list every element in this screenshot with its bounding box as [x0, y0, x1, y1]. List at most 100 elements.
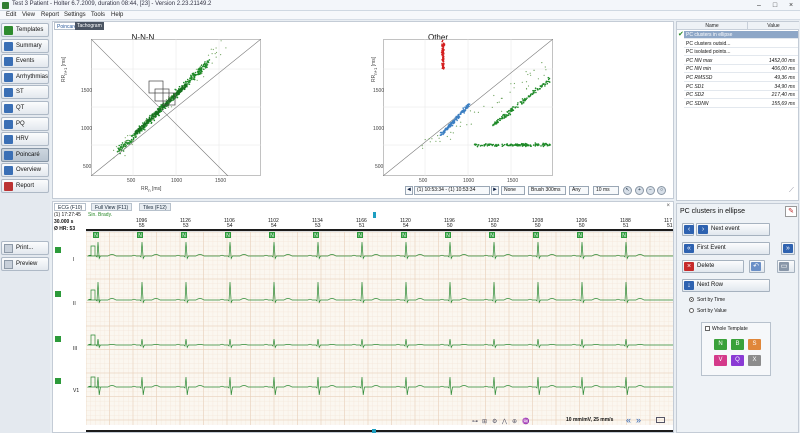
scroll-thumb[interactable] [372, 429, 376, 433]
x-tick-1500-right: 1500 [507, 178, 519, 184]
y-tick-1000-right: 1000 [373, 126, 385, 132]
nav-item-qt[interactable]: QT [1, 101, 49, 115]
minimize-button[interactable]: – [752, 1, 766, 10]
nav-item-st[interactable]: ST [1, 85, 49, 100]
template-button-s[interactable]: S [748, 339, 761, 350]
lead-marker[interactable] [55, 247, 61, 253]
menu-settings[interactable]: Settings [64, 11, 86, 20]
caliper-icon[interactable]: ⊶ [472, 418, 478, 425]
brush-select[interactable]: Brush 300ms [528, 186, 566, 195]
nav-item-overview[interactable]: Overview [1, 163, 49, 178]
zoom-icon[interactable]: ⊕ [512, 418, 517, 425]
template-button-q[interactable]: Q [731, 355, 744, 366]
column-header-value[interactable]: Value [747, 22, 799, 30]
beat-label: N [622, 233, 626, 239]
print-button[interactable]: Print... [1, 241, 49, 255]
tab-full-view[interactable]: Full View (F11) [91, 203, 133, 211]
stats-row[interactable]: PC RMSSD 49,36 ms [684, 74, 798, 82]
nav-item-arrhythmias[interactable]: Arrhythmias [1, 69, 49, 84]
nav-item-hrv[interactable]: HRV [1, 132, 49, 147]
filter-select[interactable]: None [501, 186, 525, 195]
template-box: Whole Template NBS VQX [701, 322, 771, 376]
nav-item-events[interactable]: Events [1, 54, 49, 69]
template-button-x[interactable]: X [748, 355, 761, 366]
gear-icon[interactable]: ⚙ [492, 418, 497, 425]
ecg-scale[interactable]: 10 mm/mV, 25 mm/s [566, 417, 613, 423]
nav-item-report[interactable]: Report [1, 179, 49, 193]
stats-row[interactable]: PC SDNN 155,69 ms [684, 100, 798, 108]
next-event-button[interactable]: › Next event [696, 223, 770, 236]
sort-by-value-label: Sort by Value [697, 308, 727, 314]
stats-name: PC clusters in ellipse [686, 32, 733, 38]
stats-row[interactable]: PC NN min 406,00 ms [684, 65, 798, 74]
close-button[interactable]: × [784, 1, 798, 10]
fullscreen-icon[interactable] [656, 417, 665, 423]
prev-event-button[interactable]: ‹ [682, 223, 694, 236]
measure-tool-icons: ⊶ ⊞ ⚙ ⋀ ⊕ ♒ [472, 418, 552, 427]
tab-tiles[interactable]: Tiles (F12) [139, 203, 171, 211]
panel-close-icon[interactable]: × [666, 203, 670, 209]
stats-row[interactable]: PC NN max 1452,00 ms [684, 57, 798, 65]
pointer-tool-icon[interactable]: ↖ [623, 186, 632, 195]
lead-marker[interactable] [55, 378, 61, 384]
nav-item-summary[interactable]: Summary [1, 38, 49, 53]
lead-label: II [73, 301, 76, 307]
template-button-b[interactable]: B [731, 339, 744, 350]
menu-view[interactable]: View [22, 11, 35, 20]
range-prev-button[interactable]: ◄ [405, 186, 413, 195]
step-select[interactable]: 10 ms [593, 186, 619, 195]
scroll-track[interactable] [86, 430, 673, 432]
nav-icon [4, 182, 13, 191]
beat-label: N [358, 233, 362, 239]
zoom-out-icon[interactable]: − [646, 186, 655, 195]
stats-row[interactable]: PC SD1 34,90 ms [684, 83, 798, 91]
first-event-button[interactable]: «First Event [682, 242, 770, 255]
filter-icon[interactable]: ♒ [522, 418, 529, 425]
lead-marker[interactable] [55, 291, 61, 297]
amplitude-icon[interactable]: ⋀ [502, 418, 507, 425]
control-title: PC clusters in ellipse [680, 208, 745, 215]
page-back-icon[interactable]: « [626, 415, 631, 425]
print-event-button[interactable]: ▭ [777, 260, 795, 273]
menu-tools[interactable]: Tools [91, 11, 105, 20]
zoom-in-icon[interactable]: + [635, 186, 644, 195]
mode-select[interactable]: Any [569, 186, 589, 195]
stats-row[interactable]: ✔ PC clusters in ellipse [678, 31, 798, 39]
delete-button[interactable]: × Delete [682, 260, 744, 273]
template-button-v[interactable]: V [714, 355, 727, 366]
sort-by-value-radio[interactable]: Sort by Value [689, 308, 727, 314]
nav-item-poincar[interactable]: Poincaré [1, 147, 49, 162]
range-next-button[interactable]: ► [491, 186, 499, 195]
stats-row[interactable]: PC isolated points... [684, 48, 798, 57]
undo-button[interactable]: ↶ [749, 260, 765, 273]
column-header-name[interactable]: Name [677, 22, 747, 30]
ruler-icon[interactable]: ⊞ [482, 418, 487, 425]
maximize-button[interactable]: □ [768, 1, 782, 10]
tab-ecg[interactable]: ECG (F10) [54, 203, 87, 211]
radio-dot-selected [689, 297, 694, 303]
sort-by-time-radio[interactable]: Sort by Time [689, 297, 725, 303]
tab-tachogram[interactable]: Tachogram [75, 22, 104, 30]
ecg-strip[interactable]: NNNNNNNNNNNNN [86, 231, 673, 425]
resize-grip-icon[interactable]: ⟋ [787, 186, 796, 195]
edit-tool-icon[interactable]: ✎ [785, 206, 797, 217]
nav-item-pq[interactable]: PQ [1, 116, 49, 131]
zoom-fit-icon[interactable]: ○ [657, 186, 666, 195]
poincare-other-plot[interactable] [383, 39, 553, 176]
range-field[interactable]: (1) 10:53:34 - (1) 10:53:34 [414, 186, 490, 195]
stats-row[interactable]: PC SD2 217,40 ms [684, 91, 798, 100]
preview-button[interactable]: Preview [1, 257, 49, 271]
last-event-button[interactable]: » [781, 242, 795, 255]
beat-label: N [314, 233, 318, 239]
poincare-nnn-plot[interactable] [91, 39, 261, 176]
template-button-n[interactable]: N [714, 339, 727, 350]
menu-help[interactable]: Help [111, 11, 123, 20]
whole-template-checkbox[interactable]: Whole Template [705, 326, 748, 332]
page-forward-icon[interactable]: » [636, 415, 641, 425]
stats-row[interactable]: PC clusters outsid... [684, 40, 798, 48]
nav-item-templates[interactable]: Templates [1, 23, 49, 37]
next-row-button[interactable]: ↓ Next Row [682, 279, 770, 292]
menu-report[interactable]: Report [41, 11, 59, 20]
menu-edit[interactable]: Edit [6, 11, 16, 20]
lead-marker[interactable] [55, 336, 61, 342]
